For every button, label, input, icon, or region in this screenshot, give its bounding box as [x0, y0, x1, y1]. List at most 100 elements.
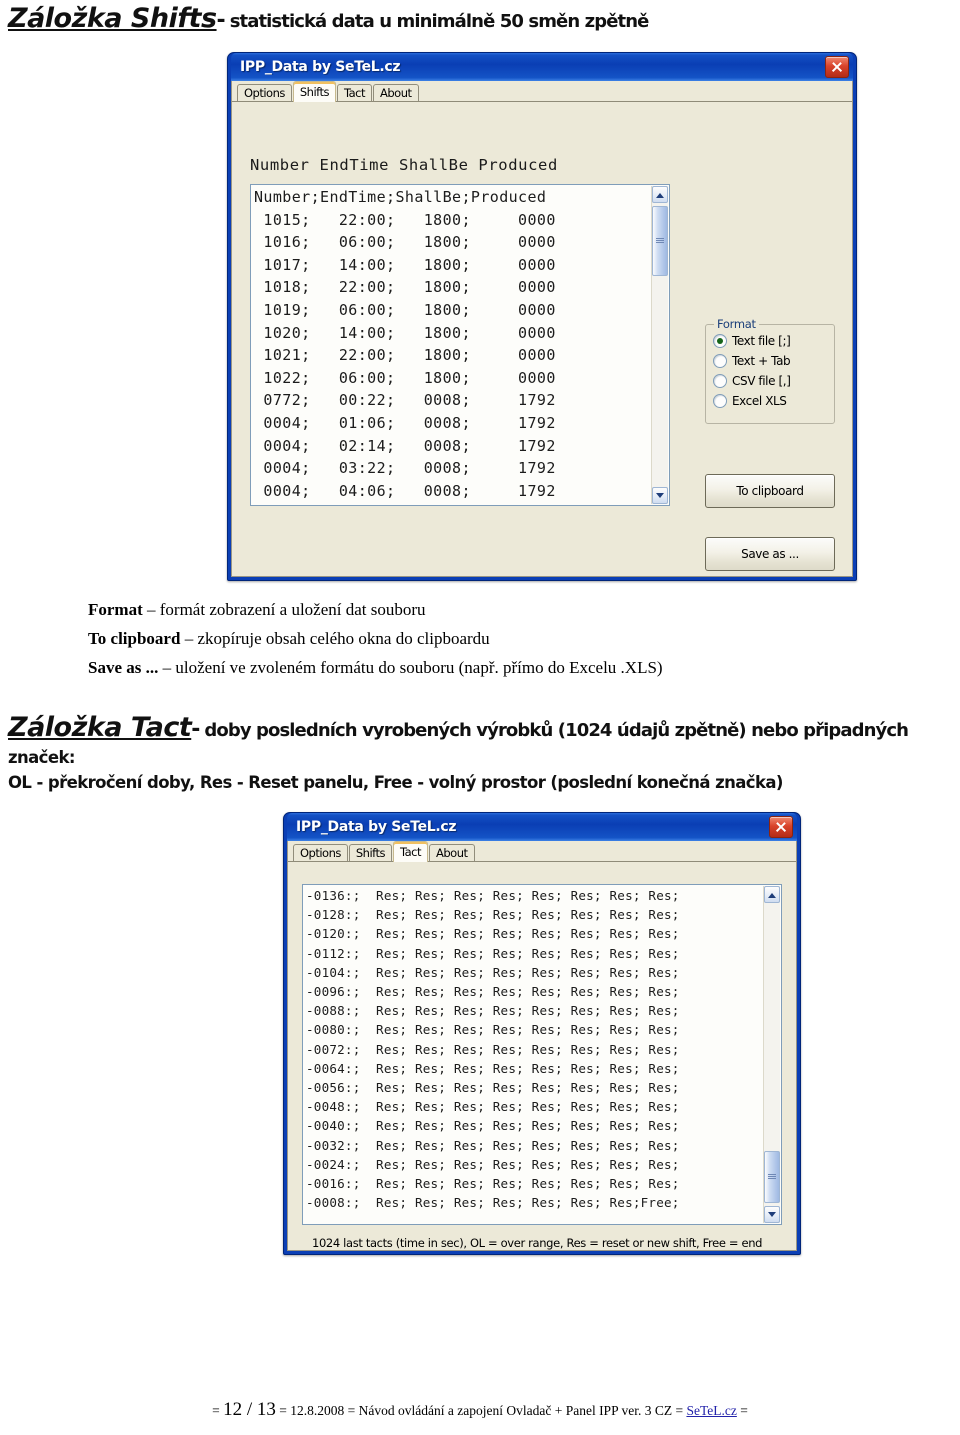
tact-listbox[interactable]: -0136:; Res; Res; Res; Res; Res; Res; Re…: [302, 884, 782, 1225]
radio-indicator-icon: [713, 354, 727, 368]
table-row: -0032:; Res; Res; Res; Res; Res; Res; Re…: [306, 1137, 680, 1153]
legend-format: Format – formát zobrazení a uložení dat …: [88, 600, 426, 620]
window-shifts-titlebar[interactable]: IPP_Data by SeTeL.cz: [231, 53, 853, 81]
scroll-down-icon[interactable]: [652, 487, 668, 504]
table-row: -0080:; Res; Res; Res; Res; Res; Res; Re…: [306, 1022, 680, 1038]
table-row: 0004; 02:14; 0008; 1792: [254, 436, 556, 455]
radio-label: Text + Tab: [732, 354, 791, 368]
window-shifts-title: IPP_Data by SeTeL.cz: [240, 59, 401, 75]
section2-heading-main: Záložka Tact: [8, 712, 192, 743]
shifts-list-header: Number EndTime ShallBe Produced: [250, 156, 558, 174]
window-tact-body: Options Shifts Tact About -0136:; Res; R…: [287, 841, 797, 1251]
tab-options[interactable]: Options: [293, 844, 348, 861]
table-row: 1017; 14:00; 1800; 0000: [254, 255, 556, 274]
shifts-listbox[interactable]: Number;EndTime;ShallBe;Produced 1015; 22…: [250, 184, 670, 506]
section2-heading-sub: doby posledních vyrobených výrobků (1024…: [204, 720, 909, 741]
legend-clipboard-term: To clipboard: [88, 629, 181, 648]
legend-clipboard: To clipboard – zkopíruje obsah celého ok…: [88, 629, 490, 649]
page-footer: = 12 / 13 = 12.8.2008 = Návod ovládání a…: [0, 1399, 960, 1421]
table-row: -0008:; Res; Res; Res; Res; Res; Res; Re…: [306, 1195, 680, 1211]
radio-label: CSV file [,]: [732, 374, 791, 388]
section2-heading-line3: OL - překročení doby, Res - Reset panelu…: [8, 773, 783, 792]
legend-saveas: Save as ... – uložení ve zvoleném formát…: [88, 658, 663, 678]
footer-lead: =: [212, 1403, 220, 1418]
tab-about[interactable]: About: [429, 844, 475, 861]
table-row: 1020; 14:00; 1800; 0000: [254, 323, 556, 342]
window-tact: IPP_Data by SeTeL.cz Options Shifts Tact…: [283, 812, 801, 1255]
table-row: -0088:; Res; Res; Res; Res; Res; Res; Re…: [306, 1003, 680, 1019]
table-row: -0056:; Res; Res; Res; Res; Res; Res; Re…: [306, 1080, 680, 1096]
scroll-up-icon[interactable]: [764, 886, 780, 903]
table-row: -0096:; Res; Res; Res; Res; Res; Res; Re…: [306, 984, 680, 1000]
close-icon[interactable]: [825, 56, 849, 78]
tab-about[interactable]: About: [373, 84, 419, 101]
shifts-vertical-scrollbar[interactable]: [651, 186, 668, 504]
footer-date: 12.8.2008: [290, 1403, 345, 1418]
table-row: 1015; 22:00; 1800; 0000: [254, 210, 556, 229]
window-shifts-panel: Number EndTime ShallBe Produced Number;E…: [232, 102, 852, 576]
window-tact-titlebar[interactable]: IPP_Data by SeTeL.cz: [287, 813, 797, 841]
legend-clipboard-desc: zkopíruje obsah celého okna do clipboard…: [197, 629, 490, 648]
tact-listbox-content: -0136:; Res; Res; Res; Res; Res; Res; Re…: [306, 886, 762, 1223]
section1-heading-sub: statistická data u minimálně 50 směn zpě…: [229, 11, 650, 32]
footer-tail: =: [740, 1403, 748, 1418]
tab-tact[interactable]: Tact: [337, 84, 373, 101]
table-row: 1016; 06:00; 1800; 0000: [254, 233, 556, 252]
table-row: -0024:; Res; Res; Res; Res; Res; Res; Re…: [306, 1156, 680, 1172]
table-row: 1022; 06:00; 1800; 0000: [254, 368, 556, 387]
table-row: -0040:; Res; Res; Res; Res; Res; Res; Re…: [306, 1118, 680, 1134]
window-shifts-tabstrip: Options Shifts Tact About: [232, 81, 852, 102]
tab-options[interactable]: Options: [237, 84, 292, 101]
table-row: Number;EndTime;ShallBe;Produced: [254, 188, 547, 206]
legend-format-term: Format: [88, 600, 143, 619]
legend-saveas-dash: –: [158, 658, 176, 677]
close-icon[interactable]: [769, 816, 793, 838]
radio-indicator-icon: [713, 374, 727, 388]
window-tact-panel: -0136:; Res; Res; Res; Res; Res; Res; Re…: [288, 862, 796, 1250]
section2-heading-dash: -: [191, 717, 201, 742]
tab-shifts[interactable]: Shifts: [292, 81, 337, 102]
scroll-up-icon[interactable]: [652, 186, 668, 203]
section2-heading: Záložka Tact- doby posledních vyrobených…: [8, 713, 952, 743]
table-row: 0772; 00:22; 0008; 1792: [254, 391, 556, 410]
footer-page-number: 12 / 13: [223, 1399, 276, 1420]
section1-heading: Záložka Shifts- statistická data u minim…: [8, 4, 952, 34]
radio-excel-xls[interactable]: Excel XLS: [713, 394, 834, 408]
to-clipboard-button[interactable]: To clipboard: [705, 474, 835, 508]
tab-shifts[interactable]: Shifts: [348, 844, 393, 861]
table-row: -0104:; Res; Res; Res; Res; Res; Res; Re…: [306, 964, 680, 980]
section1-heading-main: Záložka Shifts: [8, 3, 217, 34]
window-tact-tabstrip: Options Shifts Tact About: [288, 841, 796, 862]
table-row: -0120:; Res; Res; Res; Res; Res; Res; Re…: [306, 926, 680, 942]
table-row: -0128:; Res; Res; Res; Res; Res; Res; Re…: [306, 907, 680, 923]
table-row: -0112:; Res; Res; Res; Res; Res; Res; Re…: [306, 945, 680, 961]
radio-text-file[interactable]: Text file [;]: [713, 334, 834, 348]
table-row: 0004; 04:06; 0008; 1792: [254, 481, 556, 500]
radio-indicator-icon: [713, 334, 727, 348]
legend-clipboard-dash: –: [180, 629, 198, 648]
radio-csv-file[interactable]: CSV file [,]: [713, 374, 834, 388]
legend-format-desc: formát zobrazení a uložení dat souboru: [159, 600, 426, 619]
section2-heading-line2: značek:: [8, 748, 75, 767]
save-as-button[interactable]: Save as ...: [705, 537, 835, 571]
table-row: -0016:; Res; Res; Res; Res; Res; Res; Re…: [306, 1176, 680, 1192]
tab-tact[interactable]: Tact: [393, 841, 429, 862]
radio-text-tab[interactable]: Text + Tab: [713, 354, 834, 368]
legend-saveas-desc: uložení ve zvoleném formátu do souboru (…: [175, 658, 663, 677]
tact-status-text: 1024 last tacts (time in sec), OL = over…: [312, 1236, 763, 1250]
format-groupbox-title: Format: [714, 317, 759, 331]
table-row: 1021; 22:00; 1800; 0000: [254, 346, 556, 365]
format-groupbox: Format Text file [;] Text + Tab CSV file…: [705, 317, 835, 424]
scrollbar-thumb[interactable]: [764, 1151, 780, 1203]
footer-eq2: =: [279, 1403, 287, 1418]
table-row: 1018; 22:00; 1800; 0000: [254, 278, 556, 297]
legend-format-dash: –: [142, 600, 160, 619]
table-row: 1019; 06:00; 1800; 0000: [254, 300, 556, 319]
shifts-listbox-content: Number;EndTime;ShallBe;Produced 1015; 22…: [254, 186, 650, 504]
scroll-down-icon[interactable]: [764, 1206, 780, 1223]
tact-vertical-scrollbar[interactable]: [763, 886, 780, 1223]
footer-link[interactable]: SeTeL.cz: [686, 1403, 736, 1418]
window-shifts: IPP_Data by SeTeL.cz Options Shifts Tact…: [227, 52, 857, 581]
scrollbar-thumb[interactable]: [652, 206, 668, 276]
table-row: 0004; 03:22; 0008; 1792: [254, 459, 556, 478]
